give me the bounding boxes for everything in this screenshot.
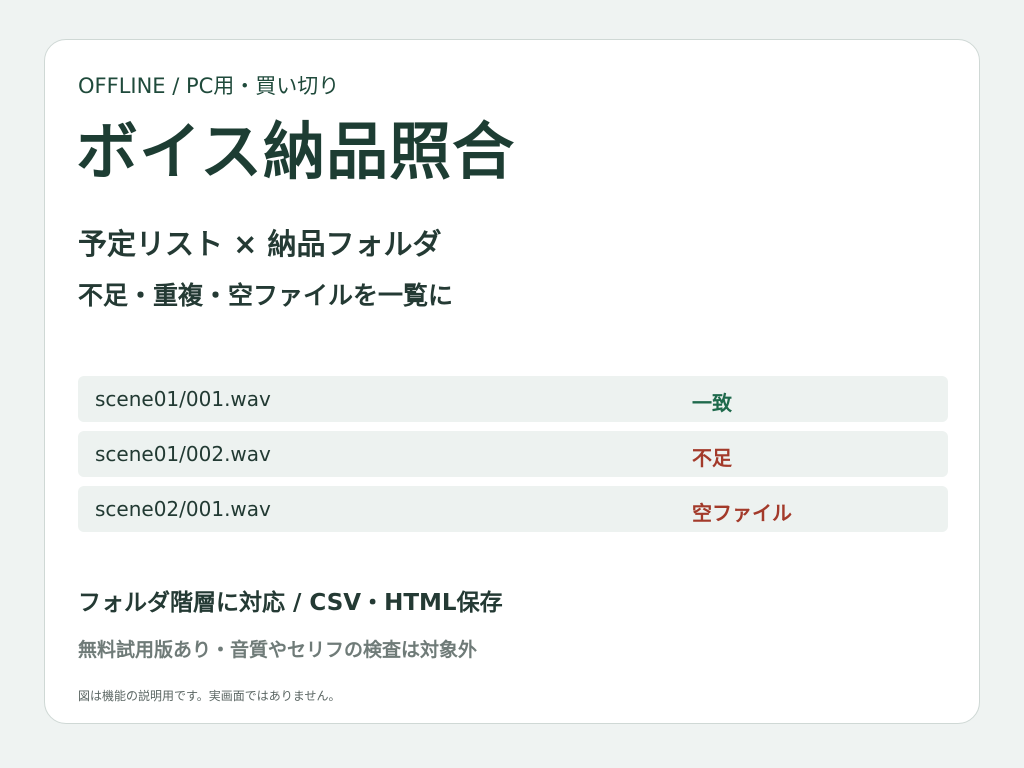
product-card: OFFLINE / PC用・買い切り ボイス納品照合 予定リスト × 納品フォル… <box>44 39 980 724</box>
file-status-list: scene01/001.wav 一致 scene01/002.wav 不足 sc… <box>78 376 948 541</box>
list-item: scene01/001.wav 一致 <box>78 376 948 422</box>
list-item: scene02/001.wav 空ファイル <box>78 486 948 532</box>
page-title: ボイス納品照合 <box>76 115 516 188</box>
file-path: scene01/002.wav <box>95 442 271 466</box>
status-label: 空ファイル <box>692 501 792 525</box>
list-item: scene01/002.wav 不足 <box>78 431 948 477</box>
note-text: 無料試用版あり・音質やセリフの検査は対象外 <box>78 639 478 661</box>
feature-text: フォルダ階層に対応 / CSV・HTML保存 <box>78 590 503 616</box>
subtitle: 予定リスト × 納品フォルダ <box>78 227 442 261</box>
file-path: scene01/001.wav <box>95 387 271 411</box>
disclaimer-text: 図は機能の説明用です。実画面ではありません。 <box>78 689 341 703</box>
subtitle-secondary: 不足・重複・空ファイルを一覧に <box>78 281 454 310</box>
file-path: scene02/001.wav <box>95 497 271 521</box>
status-label: 不足 <box>692 446 732 470</box>
eyebrow-label: OFFLINE / PC用・買い切り <box>78 74 340 98</box>
status-label: 一致 <box>692 391 732 415</box>
